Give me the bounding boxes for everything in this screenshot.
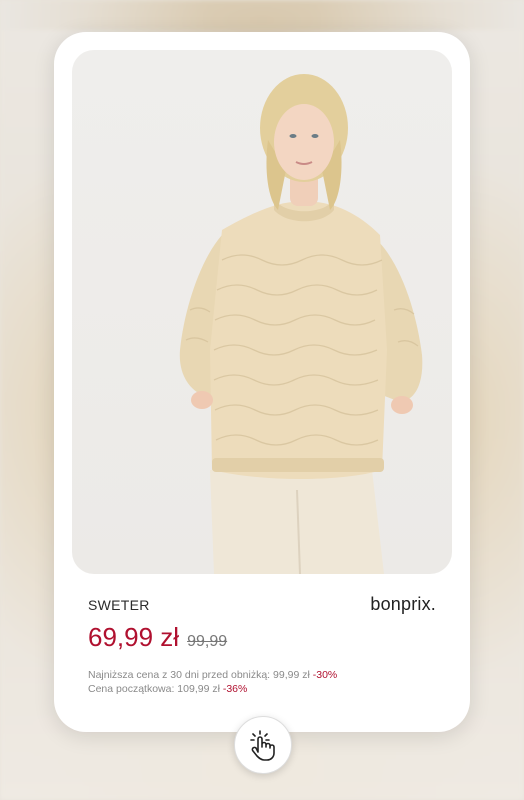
brand-logo: bonprix. (370, 594, 436, 614)
lowest-price-line: Najniższa cena z 30 dni przed obniżką: 9… (88, 668, 337, 682)
old-price: 99,99 (187, 633, 228, 650)
initial-price-label: Cena początkowa: 109,99 zł (88, 683, 220, 695)
product-title: SWETER (88, 597, 150, 613)
initial-price-discount: -36% (222, 683, 248, 695)
current-price: 69,99 zł (88, 622, 180, 652)
product-card[interactable]: SWETER bonprix. 69,99 zł 99,99 Najniższa… (54, 32, 470, 732)
initial-price-line: Cena początkowa: 109,99 zł -36% (88, 682, 337, 696)
price-row: 69,99 zł 99,99 (88, 622, 227, 653)
tap-button[interactable] (234, 716, 292, 774)
price-info: Najniższa cena z 30 dni przed obniżką: 9… (88, 668, 337, 696)
product-image[interactable] (72, 50, 452, 574)
tap-hand-icon (250, 730, 275, 761)
lowest-price-label: Najniższa cena z 30 dni przed obniżką: 9… (88, 669, 310, 681)
lowest-price-discount: -30% (312, 669, 338, 681)
